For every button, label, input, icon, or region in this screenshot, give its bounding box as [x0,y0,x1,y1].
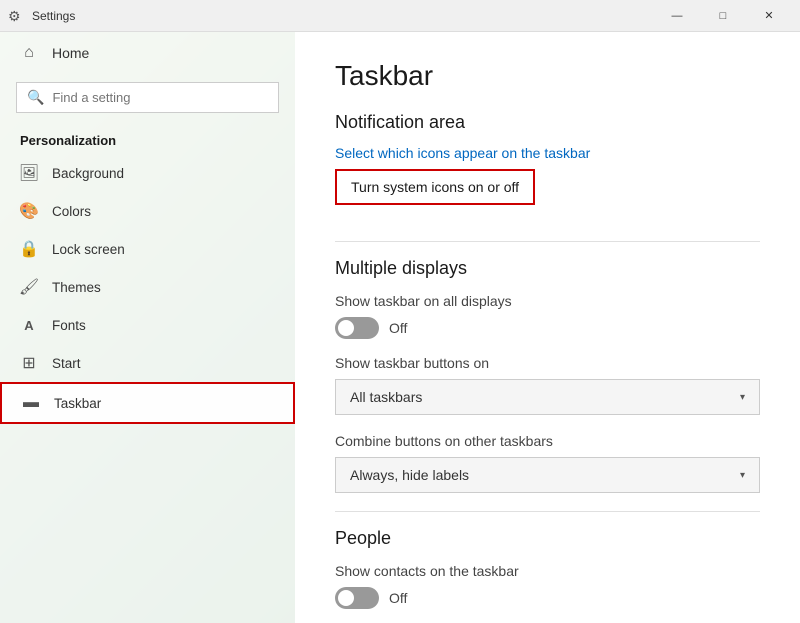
sidebar-item-label: Colors [52,204,91,219]
show-contacts-label: Show contacts on the taskbar [335,563,760,579]
sidebar-item-background[interactable]: 🖼 Background [0,154,295,192]
multiple-displays-title: Multiple displays [335,258,760,279]
minimize-button[interactable]: — [654,0,700,32]
taskbar-icon: ▬ [22,394,40,412]
show-contacts-toggle-row: Off [335,587,760,609]
show-contacts-toggle[interactable] [335,587,379,609]
sidebar-item-label: Fonts [52,318,86,333]
sidebar-item-lock-screen[interactable]: 🔒 Lock screen [0,230,295,268]
show-taskbar-toggle-label: Off [389,320,407,336]
app-body: ⌂ Home 🔍 Personalization 🖼 Background 🎨 … [0,32,800,623]
title-bar: ⚙ Settings — □ ✕ [0,0,800,32]
sidebar: ⌂ Home 🔍 Personalization 🖼 Background 🎨 … [0,32,295,623]
people-title: People [335,528,760,549]
home-icon: ⌂ [20,44,38,62]
divider-2 [335,511,760,512]
turn-system-icons-link[interactable]: Turn system icons on or off [335,169,535,205]
divider-1 [335,241,760,242]
show-buttons-value: All taskbars [350,389,422,405]
show-contacts-toggle-label: Off [389,590,407,606]
sidebar-item-start[interactable]: ⊞ Start [0,344,295,382]
start-icon: ⊞ [20,354,38,372]
colors-icon: 🎨 [20,202,38,220]
sidebar-item-label: Lock screen [52,242,125,257]
themes-icon: 🖌 [20,278,38,296]
sidebar-item-label: Taskbar [54,396,101,411]
sidebar-item-home[interactable]: ⌂ Home [0,32,295,74]
sidebar-item-themes[interactable]: 🖌 Themes [0,268,295,306]
combine-buttons-label: Combine buttons on other taskbars [335,433,760,449]
combine-buttons-value: Always, hide labels [350,467,469,483]
sidebar-item-colors[interactable]: 🎨 Colors [0,192,295,230]
window-controls: — □ ✕ [654,0,792,32]
sidebar-item-taskbar[interactable]: ▬ Taskbar [0,382,295,424]
search-box: 🔍 [16,82,279,113]
close-button[interactable]: ✕ [746,0,792,32]
maximize-button[interactable]: □ [700,0,746,32]
search-input[interactable] [52,90,268,105]
lock-screen-icon: 🔒 [20,240,38,258]
home-label: Home [52,45,89,61]
fonts-icon: A [20,316,38,334]
page-title: Taskbar [335,60,760,92]
select-icons-link[interactable]: Select which icons appear on the taskbar [335,145,760,161]
nav-section-title: Personalization [0,125,295,154]
search-icon: 🔍 [27,89,44,106]
chevron-down-icon: ▾ [740,392,745,403]
chevron-down-icon-2: ▾ [740,470,745,481]
settings-icon: ⚙ [8,8,24,24]
sidebar-item-fonts[interactable]: A Fonts [0,306,295,344]
show-buttons-label: Show taskbar buttons on [335,355,760,371]
background-icon: 🖼 [20,164,38,182]
content-area: Taskbar Notification area Select which i… [295,32,800,623]
show-taskbar-label: Show taskbar on all displays [335,293,760,309]
sidebar-item-label: Start [52,356,81,371]
combine-buttons-dropdown[interactable]: Always, hide labels ▾ [335,457,760,493]
sidebar-nav: ⌂ Home 🔍 Personalization 🖼 Background 🎨 … [0,32,295,623]
sidebar-item-label: Background [52,166,124,181]
show-taskbar-toggle-row: Off [335,317,760,339]
notification-area-title: Notification area [335,112,760,133]
show-taskbar-toggle[interactable] [335,317,379,339]
sidebar-item-label: Themes [52,280,101,295]
window-title: Settings [32,9,654,23]
show-buttons-dropdown[interactable]: All taskbars ▾ [335,379,760,415]
